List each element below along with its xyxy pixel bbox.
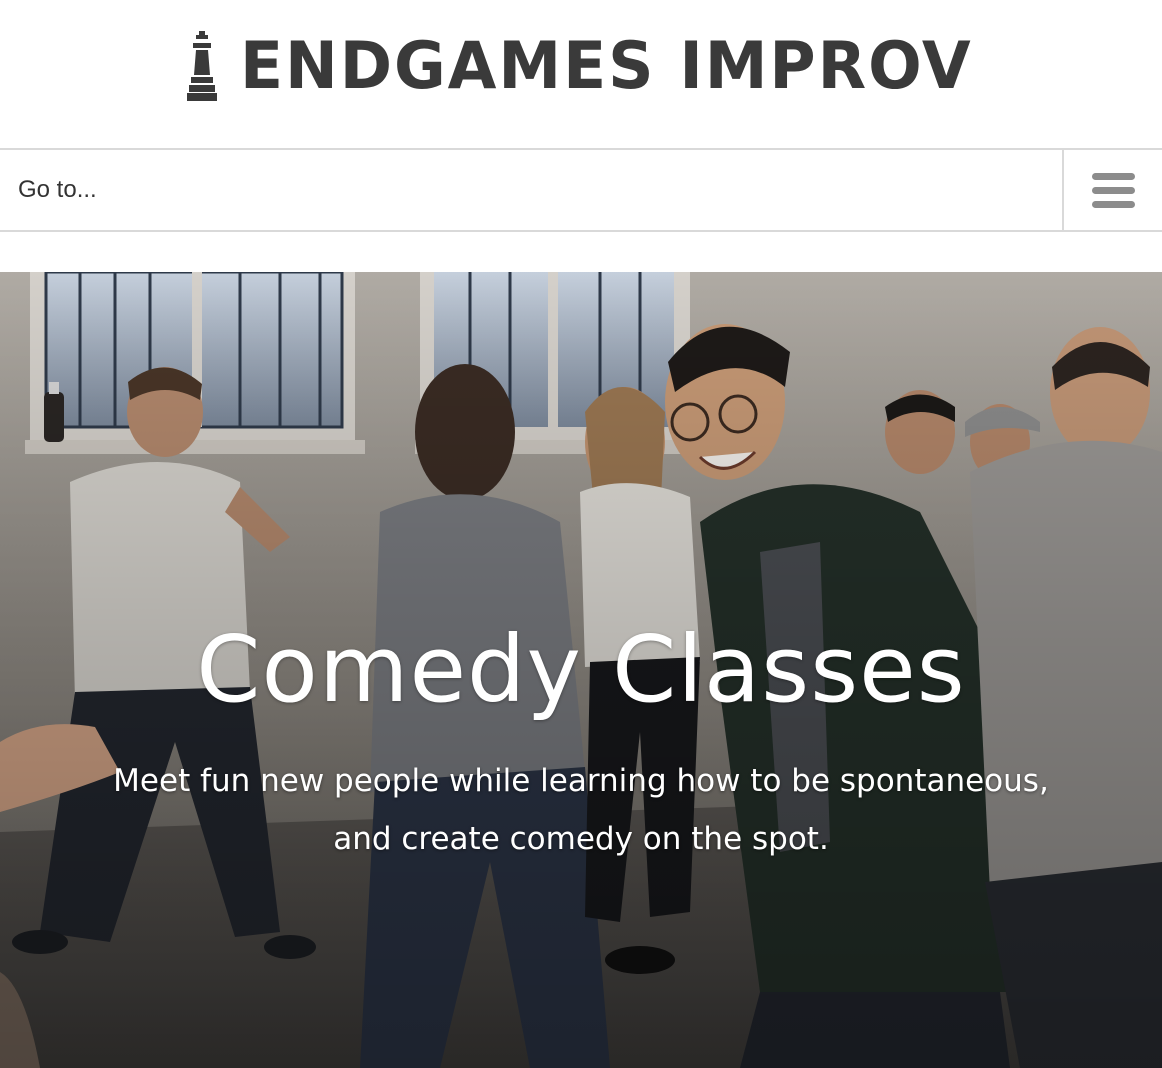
hamburger-menu-icon-bar (1091, 172, 1135, 180)
logo-text: ENDGAMES IMPROV (240, 28, 973, 104)
mobile-nav-bar: Go to... (0, 148, 1162, 232)
hero-subtitle: Meet fun new people while learning how t… (113, 763, 1049, 857)
hamburger-menu-icon-bar (1091, 186, 1135, 194)
hero-title: Comedy Classes (196, 616, 966, 723)
nav-select-dropdown[interactable]: Go to... (0, 150, 1062, 230)
hamburger-menu-icon-bar (1091, 200, 1135, 208)
nav-select-label: Go to... (18, 176, 97, 203)
site-logo[interactable]: ENDGAMES IMPROV (186, 30, 995, 102)
chess-king-icon (187, 31, 217, 101)
hero-banner: Comedy Classes Meet fun new people while… (0, 272, 1162, 1068)
site-header: ENDGAMES IMPROV (0, 0, 1162, 148)
hamburger-menu-button[interactable] (1062, 150, 1162, 230)
